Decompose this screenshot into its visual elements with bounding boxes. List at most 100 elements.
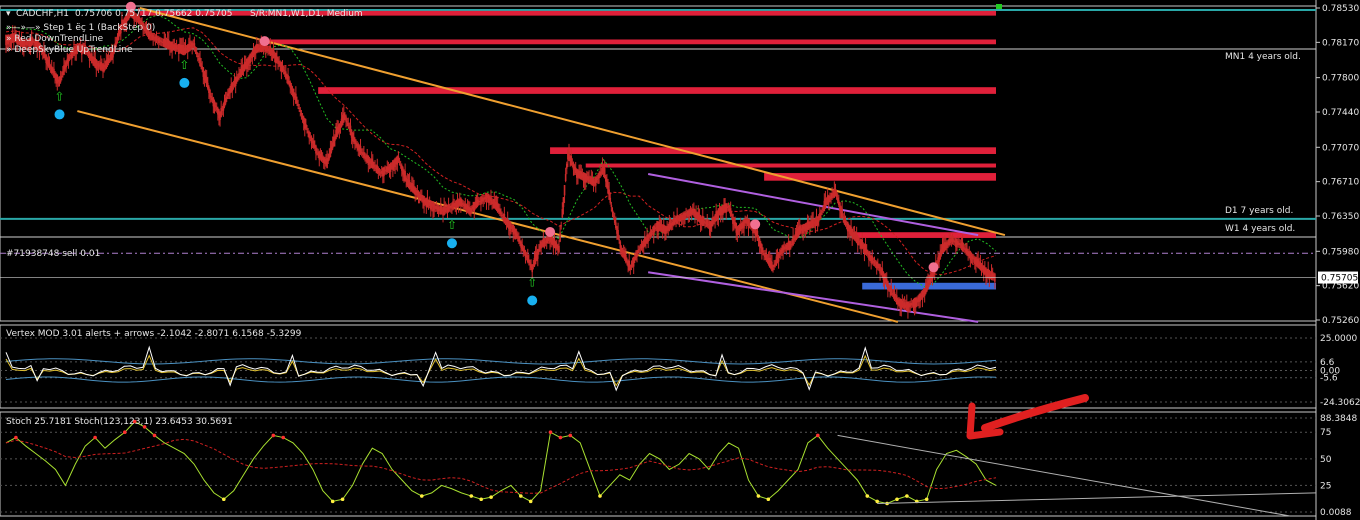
swing-low-dot — [527, 295, 538, 306]
candle-body — [844, 220, 847, 225]
stoch-extreme-dot — [93, 435, 97, 440]
candle-body — [612, 215, 615, 217]
candle-body — [193, 43, 196, 51]
candle-body — [654, 227, 656, 230]
candle-body — [559, 232, 561, 242]
candle-body — [398, 161, 401, 163]
order-label: #71938748 sell 0.01 — [6, 249, 100, 259]
candle-body — [725, 203, 728, 213]
stoch-tick-label: 0.0088 — [1320, 508, 1352, 518]
candle-body — [316, 151, 318, 153]
stoch-extreme-dot — [14, 435, 18, 440]
candle-body — [821, 211, 823, 213]
candle-body — [613, 218, 616, 223]
candle-body — [344, 115, 346, 117]
candle-body — [343, 113, 345, 123]
candle-body — [790, 244, 792, 246]
price-axis: 0.78530 0.78170 0.77800 0.77440 0.77070 0.767… — [1316, 4, 1359, 326]
stoch-tick-label: 50 — [1320, 455, 1332, 465]
stoch-tick-label: 88.3848 — [1320, 414, 1357, 424]
candle-body — [856, 235, 859, 246]
stoch-extreme-dot — [895, 497, 899, 502]
candle-body — [297, 104, 299, 106]
stoch-extreme-dot — [152, 433, 157, 438]
candle-body — [48, 62, 51, 69]
candle-body — [298, 107, 301, 109]
candle-body — [210, 95, 212, 98]
candle-body — [564, 174, 567, 182]
candle-body — [347, 122, 350, 127]
candle-body — [560, 225, 563, 227]
candle-body — [209, 89, 211, 97]
stoch-panel — [0, 411, 1317, 517]
current-price-label: 0.75705 — [1321, 274, 1358, 284]
candle-body — [652, 225, 655, 236]
symbol-dropdown-icon[interactable]: ▾ — [6, 9, 11, 19]
candle-body — [603, 168, 606, 179]
stoch-extreme-dot — [281, 435, 286, 440]
candle-body — [225, 96, 228, 100]
up-arrow-icon: ⇧ — [447, 218, 457, 232]
candle-body — [637, 250, 639, 254]
candle-body — [962, 247, 965, 249]
stoch-extreme-dot — [865, 494, 870, 498]
up-arrow-icon: ⇧ — [179, 58, 189, 72]
candle-body — [649, 231, 652, 238]
stoch-extreme-dot — [489, 495, 493, 499]
candle-body — [281, 65, 284, 71]
swing-high-dot — [928, 262, 939, 273]
price-chart[interactable]: ⇧⇧⇧⇧ 25.00006.60.00-5.6-24.3062 88.38487… — [0, 0, 1360, 520]
stoch-extreme-dot — [766, 497, 771, 502]
candle-body — [462, 203, 464, 206]
legend-item-step: »—»—» Step 1 ëç 1 (BackStep 0) — [6, 23, 155, 33]
candle-body — [360, 151, 363, 153]
price-tick-label: 0.76710 — [1322, 178, 1359, 188]
candle-body — [609, 197, 612, 203]
symbol-label: CADCHF,H1 — [16, 9, 69, 19]
candle-body — [540, 241, 542, 249]
stoch-extreme-dot — [924, 497, 929, 502]
candle-body — [743, 218, 745, 229]
swing-high-dot — [545, 226, 556, 237]
stoch-extreme-dot — [340, 497, 345, 502]
candle-body — [67, 55, 70, 63]
candle-body — [296, 101, 298, 103]
swing-high-dot — [259, 36, 270, 47]
candle-body — [235, 76, 238, 82]
candle-body — [195, 51, 198, 55]
candle-body — [191, 42, 193, 49]
candle-body — [748, 223, 751, 226]
legend-item-blue-uptrend: » DeepSkyBlue UpTrendLine — [6, 45, 133, 55]
candle-body — [531, 265, 534, 273]
candle-body — [115, 41, 118, 45]
candle-body — [773, 264, 775, 268]
candle-body — [231, 82, 234, 92]
stoch-extreme-dot — [479, 497, 484, 502]
candle-body — [501, 214, 503, 216]
candle-body — [629, 267, 632, 270]
candle-body — [563, 185, 566, 196]
stoch-extreme-dot — [519, 494, 523, 498]
stoch-extreme-dot — [558, 435, 563, 440]
candle-body — [868, 251, 870, 260]
stoch-extreme-dot — [420, 494, 424, 498]
candle-body — [282, 69, 285, 72]
stoch-tick-label: 25 — [1320, 481, 1331, 491]
stoch-title: Stoch 25.7181 Stoch(123,123,1) 23.6453 3… — [6, 417, 233, 427]
candle-body — [630, 264, 633, 268]
price-tick-label: 0.75260 — [1322, 316, 1359, 326]
up-arrow-icon: ⇧ — [55, 89, 65, 103]
candle-body — [565, 163, 568, 169]
candle-body — [561, 209, 564, 218]
stoch-extreme-dot — [905, 494, 909, 498]
candle-body — [706, 220, 709, 227]
candle-body — [200, 63, 202, 67]
candle-body — [610, 204, 613, 207]
candle-body — [423, 195, 425, 206]
candle-body — [919, 293, 921, 302]
vertex-tick-label: -24.3062 — [1320, 398, 1360, 408]
swing-low-dot — [446, 238, 457, 249]
vertex-tick-label: -5.6 — [1320, 374, 1338, 384]
legend-item-red-downtrend: » Red DownTrendLine — [6, 34, 104, 44]
candle-body — [835, 194, 838, 197]
